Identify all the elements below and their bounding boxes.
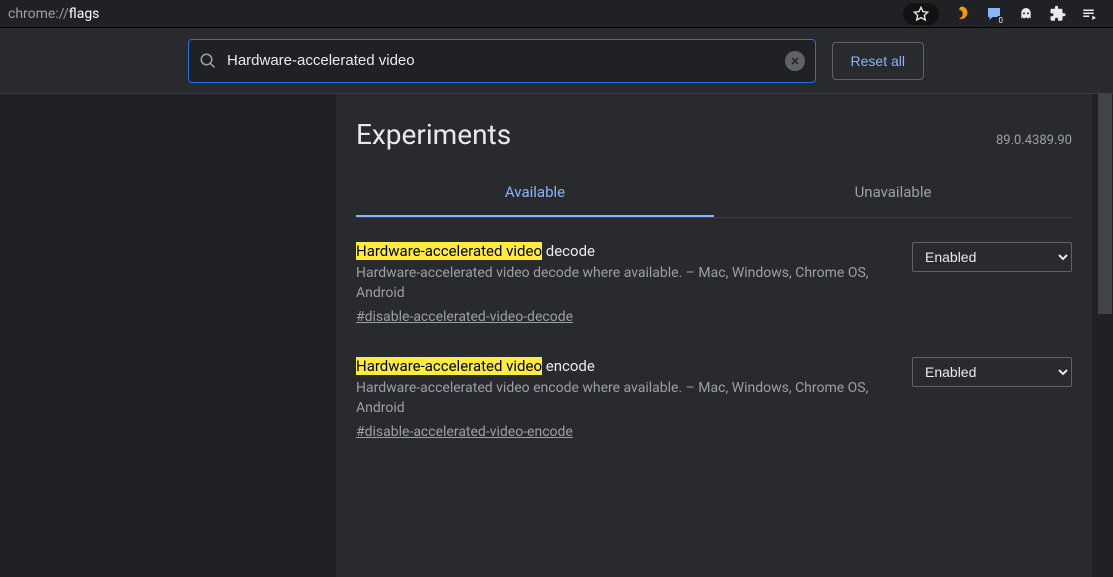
extension-speech-icon[interactable]: 0 [985, 5, 1003, 23]
flag-title-rest: decode [542, 242, 595, 260]
flags-list: Hardware-accelerated video decode Hardwa… [356, 218, 1072, 440]
flag-title-rest: encode [542, 357, 595, 375]
tab-unavailable[interactable]: Unavailable [714, 169, 1072, 217]
extensions-puzzle-icon[interactable] [1049, 5, 1067, 23]
flag-description: Hardware-accelerated video decode where … [356, 264, 888, 303]
scrollbar-thumb[interactable] [1098, 94, 1112, 314]
omnibox[interactable]: chrome://flags 0 [0, 0, 1113, 28]
star-icon [912, 5, 930, 23]
flag-title: Hardware-accelerated video encode [356, 357, 888, 375]
url-scheme: chrome:// [8, 6, 69, 22]
extension-swirl-icon[interactable] [953, 5, 971, 23]
flag-row: Hardware-accelerated video encode Hardwa… [356, 357, 1072, 440]
flag-row: Hardware-accelerated video decode Hardwa… [356, 242, 1072, 325]
close-icon [789, 55, 801, 67]
search-container [188, 39, 816, 83]
flag-state-select[interactable]: Enabled [912, 357, 1072, 387]
clear-search-button[interactable] [785, 51, 805, 71]
flag-description: Hardware-accelerated video encode where … [356, 379, 888, 418]
flags-toolbar: Reset all [0, 28, 1113, 94]
flag-title: Hardware-accelerated video decode [356, 242, 888, 260]
flag-anchor-link[interactable]: #disable-accelerated-video-decode [356, 309, 573, 325]
flag-state-select[interactable]: Enabled [912, 242, 1072, 272]
page-title: Experiments [356, 118, 511, 151]
main-content: Experiments 89.0.4389.90 Available Unava… [336, 94, 1092, 577]
tab-available[interactable]: Available [356, 169, 714, 217]
highlight-match: Hardware-accelerated video [356, 242, 542, 260]
url-path: flags [69, 6, 100, 22]
tabs: Available Unavailable [356, 169, 1072, 218]
search-input[interactable] [227, 52, 775, 69]
badge-count: 0 [997, 16, 1006, 25]
scrollbar[interactable] [1098, 94, 1112, 577]
version-label: 89.0.4389.90 [996, 133, 1072, 148]
media-playlist-icon[interactable] [1081, 5, 1099, 23]
left-gutter [0, 94, 168, 577]
highlight-match: Hardware-accelerated video [356, 357, 542, 375]
flag-anchor-link[interactable]: #disable-accelerated-video-encode [356, 424, 573, 440]
extension-ghost-icon[interactable] [1017, 5, 1035, 23]
search-icon [199, 52, 217, 70]
url-display: chrome://flags [8, 6, 903, 22]
reset-all-button[interactable]: Reset all [832, 42, 924, 80]
bookmark-star-button[interactable] [903, 3, 939, 25]
toolbar-actions: 0 [903, 3, 1105, 25]
